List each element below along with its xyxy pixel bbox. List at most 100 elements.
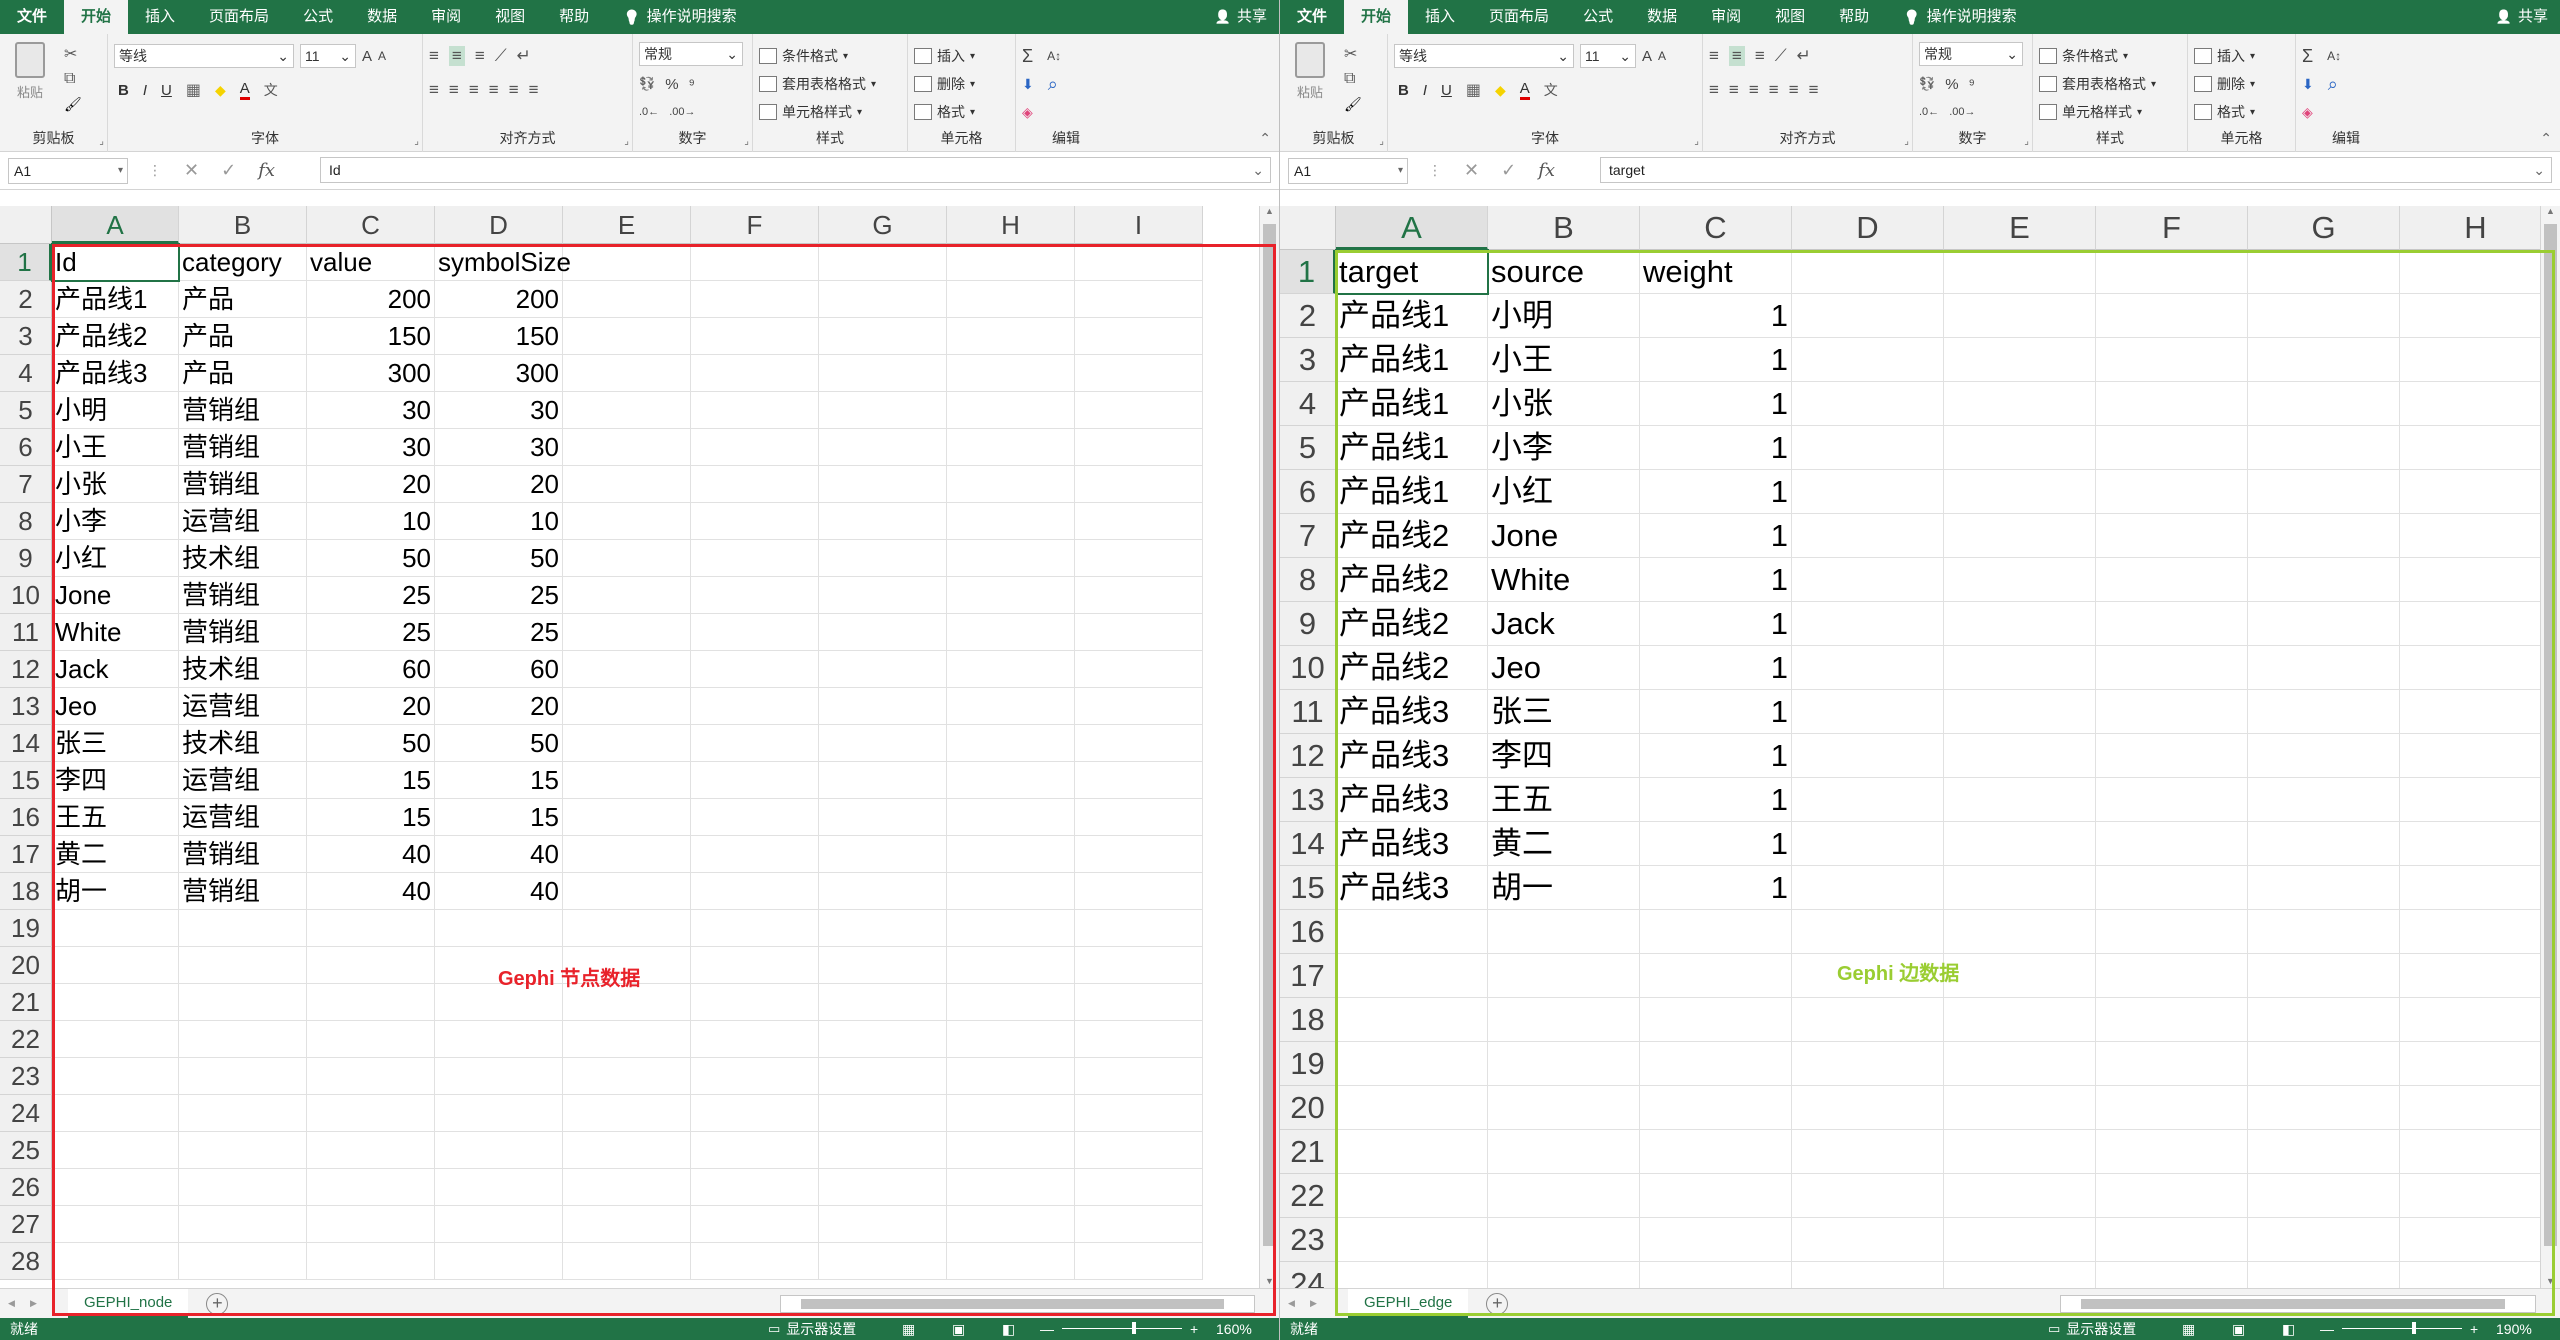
cell[interactable]: 1	[1640, 426, 1792, 470]
cell[interactable]	[1075, 1058, 1203, 1095]
cell[interactable]	[819, 577, 947, 614]
cell[interactable]	[1792, 382, 1944, 426]
cancel-icon[interactable]: ✕	[184, 160, 199, 181]
cell[interactable]	[947, 984, 1075, 1021]
cell[interactable]	[1075, 244, 1203, 281]
cell[interactable]	[2400, 690, 2540, 734]
cell[interactable]	[1792, 250, 1944, 294]
cell[interactable]	[563, 1132, 691, 1169]
cell[interactable]	[1075, 503, 1203, 540]
increase-indent-icon[interactable]: ≡	[1789, 80, 1799, 100]
cell[interactable]	[563, 1058, 691, 1095]
tab-formulas[interactable]: 公式	[1566, 0, 1630, 34]
cond-format-button[interactable]: 条件格式 ▾	[2039, 42, 2181, 70]
page-layout-view-icon[interactable]: ▣	[952, 1321, 965, 1338]
cell[interactable]	[1488, 1262, 1640, 1288]
cell[interactable]: 300	[435, 355, 563, 392]
cell[interactable]: 产品线1	[1336, 470, 1488, 514]
cell[interactable]: 50	[435, 725, 563, 762]
cell[interactable]	[819, 392, 947, 429]
zoom-slider[interactable]	[2342, 1322, 2462, 1334]
row-header[interactable]: 19	[1280, 1042, 1336, 1086]
cell[interactable]: 1	[1640, 294, 1792, 338]
cell[interactable]	[1944, 822, 2096, 866]
cell[interactable]	[691, 540, 819, 577]
cell[interactable]	[1944, 338, 2096, 382]
align-top-icon[interactable]: ≡	[1709, 46, 1719, 66]
cell[interactable]	[1336, 1262, 1488, 1288]
cell[interactable]: 1	[1640, 382, 1792, 426]
cell[interactable]	[1792, 338, 1944, 382]
cell[interactable]: target	[1336, 250, 1488, 294]
cell[interactable]	[307, 1132, 435, 1169]
cell[interactable]	[1944, 602, 2096, 646]
cell[interactable]	[2400, 1086, 2540, 1130]
cell[interactable]: 40	[307, 836, 435, 873]
cell[interactable]	[2248, 1130, 2400, 1174]
cell[interactable]	[1336, 1042, 1488, 1086]
cell[interactable]	[2400, 558, 2540, 602]
cell[interactable]	[1944, 866, 2096, 910]
cell[interactable]	[2400, 866, 2540, 910]
cell[interactable]: 营销组	[179, 614, 307, 651]
sheet-nav-next-icon[interactable]: ▶	[30, 1298, 37, 1309]
cell[interactable]	[307, 1058, 435, 1095]
cell[interactable]	[947, 614, 1075, 651]
cell[interactable]	[1944, 558, 2096, 602]
row-header[interactable]: 17	[0, 836, 52, 873]
tab-home[interactable]: 开始	[1344, 0, 1409, 34]
cell[interactable]	[1792, 822, 1944, 866]
cell[interactable]	[563, 799, 691, 836]
cell[interactable]	[1075, 466, 1203, 503]
cell[interactable]	[1075, 355, 1203, 392]
column-header[interactable]: F	[691, 206, 819, 244]
display-settings-button[interactable]: ▭ 显示器设置	[768, 1319, 856, 1339]
merge-center-icon[interactable]: ≡	[529, 80, 539, 100]
sort-filter-icon[interactable]: A↕	[2327, 49, 2341, 63]
cell[interactable]	[1944, 426, 2096, 470]
cell[interactable]	[691, 318, 819, 355]
cell[interactable]	[1792, 558, 1944, 602]
cell[interactable]	[1075, 614, 1203, 651]
cell[interactable]	[1944, 1130, 2096, 1174]
cell[interactable]	[2096, 1218, 2248, 1262]
cell[interactable]: 20	[307, 466, 435, 503]
clear-icon[interactable]: ◈	[2302, 104, 2313, 121]
cell[interactable]	[947, 318, 1075, 355]
cell[interactable]: 产品线2	[1336, 646, 1488, 690]
cell[interactable]: 产品线2	[52, 318, 179, 355]
cell[interactable]	[1075, 1095, 1203, 1132]
name-box[interactable]: A1 ▾	[8, 157, 128, 184]
autosum-button[interactable]: Σ	[1022, 46, 1033, 67]
cell[interactable]	[2096, 1086, 2248, 1130]
cell[interactable]	[1944, 514, 2096, 558]
cell[interactable]: 25	[435, 577, 563, 614]
font-name-select[interactable]: 等线 ⌄	[114, 44, 294, 68]
cell[interactable]	[2096, 602, 2248, 646]
cut-icon[interactable]: ✂	[64, 44, 77, 64]
format-painter-icon[interactable]: 🖌	[64, 96, 82, 113]
sheet-nav-prev-icon[interactable]: ◀	[1288, 1298, 1295, 1309]
cell[interactable]	[947, 577, 1075, 614]
cell[interactable]	[1792, 910, 1944, 954]
cell[interactable]: 1	[1640, 514, 1792, 558]
cell[interactable]: 胡一	[1488, 866, 1640, 910]
cell[interactable]	[1944, 250, 2096, 294]
cell[interactable]	[1640, 954, 1792, 998]
cell[interactable]	[435, 1058, 563, 1095]
row-header[interactable]: 16	[1280, 910, 1336, 954]
cell[interactable]	[563, 281, 691, 318]
align-bottom-icon[interactable]: ≡	[475, 46, 485, 66]
cell[interactable]	[947, 1058, 1075, 1095]
cell[interactable]	[2248, 1262, 2400, 1288]
italic-button[interactable]: I	[1423, 82, 1427, 99]
cell[interactable]: 小李	[1488, 426, 1640, 470]
cell[interactable]	[819, 984, 947, 1021]
cell[interactable]: 1	[1640, 338, 1792, 382]
cell[interactable]: 黄二	[1488, 822, 1640, 866]
row-header[interactable]: 9	[0, 540, 52, 577]
cell[interactable]: Jeo	[1488, 646, 1640, 690]
font-size-select[interactable]: 11 ⌄	[1580, 44, 1636, 68]
cell[interactable]	[2400, 822, 2540, 866]
cell[interactable]: 张三	[52, 725, 179, 762]
